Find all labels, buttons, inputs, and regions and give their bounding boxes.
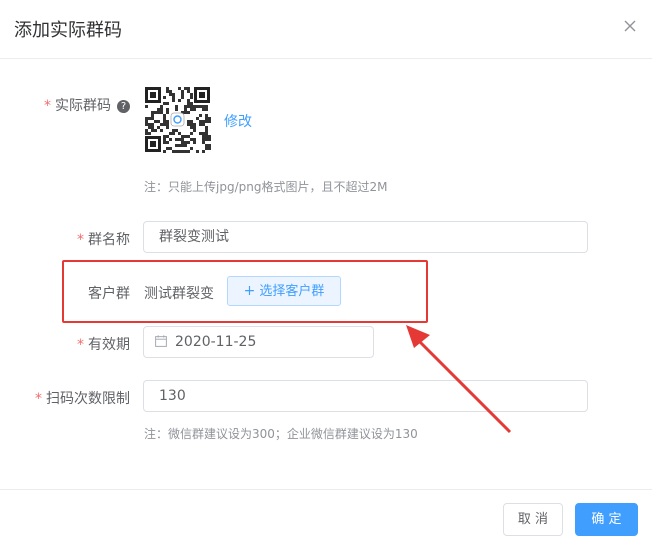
annotation-highlight-box [62,260,428,323]
add-group-code-dialog: 添加实际群码 * 实际群码? 修改 注：只能上传jpg/png格式图片，且不超过2… [0,0,652,538]
validity-date-value: 2020-11-25 [175,334,257,350]
dialog-title: 添加实际群码 [14,20,122,41]
confirm-button[interactable]: 确 定 [575,503,638,536]
help-icon[interactable]: ? [117,99,130,113]
cancel-button[interactable]: 取 消 [503,503,563,536]
scan-limit-tip: 注：微信群建议设为300；企业微信群建议设为130 [144,427,418,441]
upload-tip: 注：只能上传jpg/png格式图片，且不超过2M [144,180,388,194]
group-name-label: * 群名称 [77,232,130,248]
required-mark: * [77,232,84,248]
validity-label: * 有效期 [77,337,130,353]
qr-code-label: * 实际群码? [10,95,130,115]
validity-date-picker[interactable]: 2020-11-25 [143,326,374,358]
close-icon[interactable] [622,18,638,34]
calendar-icon [155,335,167,347]
qr-code-image[interactable] [144,86,211,153]
required-mark: * [77,337,84,353]
edit-qr-link[interactable]: 修改 [224,111,252,131]
scan-limit-input[interactable]: 130 [143,380,588,412]
footer-divider [0,489,652,490]
scan-limit-label: * 扫码次数限制 [35,391,130,407]
group-name-input[interactable]: 群裂变测试 [143,221,588,253]
dialog-header: 添加实际群码 [0,0,652,59]
required-mark: * [44,98,51,114]
required-mark: * [35,391,42,407]
